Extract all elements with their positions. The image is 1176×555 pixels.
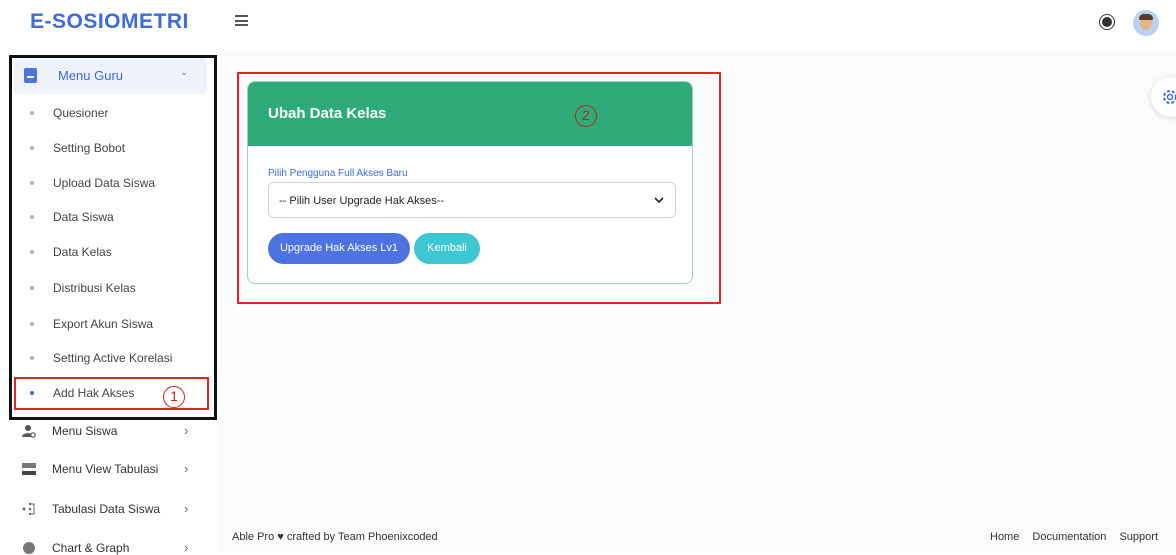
sidebar-subitem-label: Export Akun Siswa (53, 317, 154, 331)
edit-class-card: Ubah Data Kelas Pilih Pengguna Full Akse… (247, 81, 693, 284)
bullet-icon (30, 356, 34, 360)
card-header: Ubah Data Kelas (248, 82, 692, 146)
footer-links: Home Documentation Support (990, 531, 1168, 543)
annotation-marker-1: 1 (163, 386, 185, 408)
gear-icon (1163, 90, 1176, 104)
sidebar-subitem-label: Add Hak Akses (53, 386, 135, 400)
bullet-icon (30, 322, 34, 326)
chart-icon (23, 542, 35, 554)
sidebar-subitem-label: Quesioner (53, 106, 109, 120)
upgrade-access-button[interactable]: Upgrade Hak Akses Lv1 (268, 233, 410, 264)
user-gear-icon (22, 425, 36, 438)
bullet-icon (30, 286, 34, 290)
layout-icon (22, 463, 36, 475)
sidebar-item-label: Menu Guru (58, 68, 124, 83)
theme-toggle-sun-icon[interactable] (1102, 17, 1112, 27)
sidebar-item-label: Menu View Tabulasi (52, 462, 159, 476)
annotation-marker-2: 2 (575, 105, 597, 127)
footer-link-documentation[interactable]: Documentation (1032, 531, 1106, 543)
back-button[interactable]: Kembali (414, 233, 480, 264)
chevron-down-icon: ⌄ (180, 67, 189, 78)
sidebar-item-label: Chart & Graph (52, 541, 130, 555)
chevron-right-icon: › (184, 461, 189, 476)
field-label-full-access-user: Pilih Pengguna Full Akses Baru (268, 168, 408, 179)
table-dots-icon (22, 502, 35, 516)
chevron-right-icon: › (184, 423, 189, 438)
bullet-icon (30, 111, 34, 115)
annotation-box-menu (9, 55, 217, 420)
user-upgrade-select[interactable]: -- Pilih User Upgrade Hak Akses-- (268, 182, 676, 218)
sidebar-item-label: Menu Siswa (52, 424, 118, 438)
bullet-icon (30, 146, 34, 150)
chevron-right-icon: › (184, 501, 189, 516)
sidebar-item-label: Tabulasi Data Siswa (52, 502, 161, 516)
avatar-hair (1139, 14, 1153, 20)
bullet-icon (30, 250, 34, 254)
sidebar: E-SOSIOMETRI Menu Guru ⌄ Quesioner Setti… (0, 0, 218, 555)
user-avatar[interactable] (1133, 10, 1159, 36)
top-bar (218, 0, 1176, 50)
select-value: -- Pilih User Upgrade Hak Akses-- (279, 195, 445, 207)
sidebar-subitem-label: Setting Active Korelasi (53, 351, 173, 365)
sidebar-subitem-label: Distribusi Kelas (53, 281, 136, 295)
sidebar-subitem-label: Upload Data Siswa (53, 176, 156, 190)
sidebar-item-menu-guru[interactable]: Menu Guru ⌄ (14, 58, 207, 94)
bullet-icon (30, 391, 34, 395)
sidebar-subitem-label: Data Siswa (53, 210, 114, 224)
bullet-icon (30, 215, 34, 219)
document-icon (24, 68, 37, 83)
footer-link-home[interactable]: Home (990, 531, 1019, 543)
footer-link-support[interactable]: Support (1119, 531, 1158, 543)
hamburger-menu-icon[interactable] (235, 15, 248, 26)
sidebar-subitem-label: Setting Bobot (53, 141, 126, 155)
chevron-down-icon (654, 197, 664, 204)
bullet-icon (30, 181, 34, 185)
footer-credit: Able Pro ♥ crafted by Team Phoenixcoded (232, 531, 438, 543)
chevron-right-icon: › (184, 540, 189, 555)
app-logo[interactable]: E-SOSIOMETRI (30, 10, 189, 34)
sidebar-subitem-label: Data Kelas (53, 245, 112, 259)
card-title: Ubah Data Kelas (268, 105, 387, 122)
